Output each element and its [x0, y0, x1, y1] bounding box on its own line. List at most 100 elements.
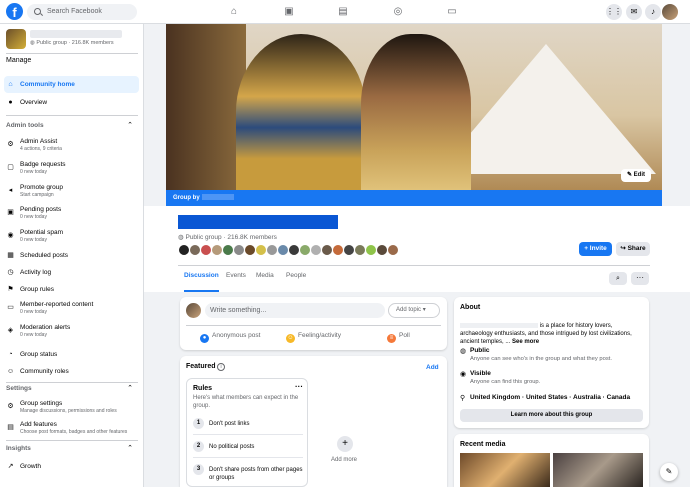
sidebar-item-group-status[interactable]: ◔ Group status [4, 346, 139, 363]
marketplace-icon[interactable]: ▤ [336, 5, 350, 19]
rule-item: 2 No political posts [193, 441, 305, 452]
groups-icon[interactable]: ◎ [391, 5, 405, 19]
sidebar-item-group-rules[interactable]: ⚑ Group rules [4, 281, 139, 298]
report-icon: ▭ [7, 304, 14, 311]
chevron-down-icon: ▾ [422, 307, 426, 313]
home-icon[interactable]: ⌂ [227, 5, 241, 19]
edit-cover-button[interactable]: ✎ Edit [621, 169, 651, 182]
notifications-icon[interactable]: ♪ [645, 4, 661, 20]
sidebar-item-community-roles[interactable]: ☺ Community roles [4, 363, 139, 380]
divider [6, 53, 138, 54]
sidebar-item-potential-spam[interactable]: ◉ Potential spam 0 new today [4, 227, 139, 244]
sidebar-item-pending-posts[interactable]: ▣ Pending posts 0 new today [4, 204, 139, 221]
avatar[interactable] [387, 244, 399, 256]
sidebar-item-community-home[interactable]: ⌂ Community home [4, 76, 139, 93]
edit-icon: ✎ [665, 467, 673, 476]
see-more-link[interactable]: See more [512, 339, 539, 345]
cover-figure-queen [361, 34, 471, 190]
invite-button[interactable]: + Invite [579, 242, 612, 256]
settings-heading: Settings [6, 385, 32, 392]
avatar [186, 303, 201, 318]
divider [193, 457, 303, 458]
calendar-icon: ▦ [7, 252, 14, 259]
group-by-redacted [201, 194, 234, 201]
profile-avatar[interactable] [662, 4, 678, 20]
globe-icon: ◍ [460, 348, 467, 355]
share-button[interactable]: ↪ Share [616, 242, 650, 256]
add-more-button[interactable]: + [337, 436, 353, 452]
about-title: About [460, 304, 481, 311]
facebook-logo-icon[interactable]: f [6, 3, 23, 20]
sidebar-item-overview[interactable]: ● Overview [4, 94, 139, 111]
featured-add-link[interactable]: Add [426, 364, 439, 371]
tab-discussion[interactable]: Discussion [184, 272, 219, 292]
admin-tools-heading: Admin tools [6, 122, 44, 129]
sidebar-item-admin-assist[interactable]: ⚙ Admin Assist 4 actions, 9 criteria [4, 136, 139, 153]
top-navigation-bar: f Search Facebook ⌂ ▣ ▤ ◎ ▭ ⋮⋮ ✉ ♪ [0, 0, 690, 24]
status-icon: ◔ [8, 351, 13, 358]
poll-button[interactable]: ≡ Poll [387, 332, 410, 343]
chevron-up-icon[interactable]: ⌃ [127, 384, 133, 392]
media-thumbnail[interactable] [460, 453, 550, 487]
add-topic-select[interactable]: Add topic ▾ [388, 303, 440, 318]
search-input[interactable]: Search Facebook [27, 4, 137, 20]
anonymous-post-button[interactable]: ● Anonymous post [200, 332, 260, 343]
feeling-icon: ☺ [286, 334, 295, 343]
learn-more-button[interactable]: Learn more about this group [460, 409, 643, 422]
sidebar-item-scheduled-posts[interactable]: ▦ Scheduled posts [4, 247, 139, 264]
info-icon[interactable]: i [217, 363, 225, 371]
clock-icon: ◷ [7, 269, 14, 276]
add-more-label: Add more [331, 457, 358, 463]
search-group-button[interactable]: ⌕ [609, 272, 627, 285]
sidebar-item-growth[interactable]: ↗ Growth [4, 458, 139, 475]
sidebar-item-member-reported-content[interactable]: ▭ Member-reported content 0 new today [4, 299, 139, 316]
gaming-icon[interactable]: ▭ [445, 5, 459, 19]
anonymous-icon: ● [200, 334, 209, 343]
divider [6, 115, 138, 116]
rule-item: 3 Don't share posts from other pages or g… [193, 464, 305, 484]
rules-card[interactable]: Rules ··· Here's what members can expect… [186, 378, 308, 487]
tab-media[interactable]: Media [256, 272, 274, 292]
more-options-button[interactable]: ··· [631, 272, 649, 285]
about-description: is a place for history lovers, archaeolo… [460, 322, 632, 345]
group-header-meta: ◍ Public group · 216.8K members [178, 234, 277, 241]
recent-media-title: Recent media [460, 441, 506, 448]
chevron-up-icon[interactable]: ⌃ [127, 121, 133, 129]
sidebar-item-add-features[interactable]: ▤ Add features Choose post formats, badges… [4, 419, 139, 436]
insights-heading: Insights [6, 445, 31, 452]
featured-section: Featured i Add Rules ··· Here's what mem… [180, 356, 447, 487]
video-icon[interactable]: ▣ [282, 5, 296, 19]
divider [6, 382, 138, 383]
sidebar-item-group-settings[interactable]: ⚙ Group settings Manage discussions, permi… [4, 398, 139, 415]
media-thumbnail[interactable] [553, 453, 643, 487]
tab-people[interactable]: People [286, 272, 306, 292]
messenger-icon[interactable]: ✉ [626, 4, 642, 20]
settings-icon: ⚙ [7, 403, 14, 410]
rules-subtitle: Here's what members can expect in the gr… [193, 395, 299, 409]
sidebar-item-moderation-alerts[interactable]: ◈ Moderation alerts 0 new today [4, 322, 139, 339]
manage-heading: Manage [6, 57, 32, 64]
divider [186, 325, 441, 326]
tab-events[interactable]: Events [226, 272, 246, 292]
menu-grid-icon[interactable]: ⋮⋮ [606, 4, 622, 20]
group-thumbnail[interactable] [6, 29, 26, 49]
chevron-up-icon[interactable]: ⌃ [127, 444, 133, 452]
group-locations: United Kingdom · United States · Austral… [470, 394, 631, 401]
features-icon: ▤ [7, 424, 14, 431]
feeling-activity-button[interactable]: ☺ Feeling/activity [286, 332, 341, 343]
spam-icon: ◉ [7, 232, 14, 239]
location-pin-icon: ⚲ [460, 395, 466, 402]
compose-message-button[interactable]: ✎ [660, 463, 678, 481]
search-placeholder: Search Facebook [47, 8, 102, 15]
admin-sidebar: ◍ Public group · 216.8K members Manage ⌂… [0, 24, 144, 487]
more-icon[interactable]: ··· [295, 382, 303, 391]
roles-icon: ☺ [7, 368, 15, 375]
rules-title: Rules [193, 385, 213, 392]
about-card: About is a place for history lovers, arc… [454, 297, 649, 428]
sidebar-item-promote-group[interactable]: ◂ Promote group Start campaign [4, 182, 139, 199]
write-post-input[interactable]: Write something... [205, 303, 385, 318]
rules-icon: ⚑ [7, 286, 14, 293]
sidebar-item-activity-log[interactable]: ◷ Activity log [4, 264, 139, 281]
sidebar-item-badge-requests[interactable]: ▢ Badge requests 0 new today [4, 159, 139, 176]
overview-icon: ● [8, 99, 13, 106]
